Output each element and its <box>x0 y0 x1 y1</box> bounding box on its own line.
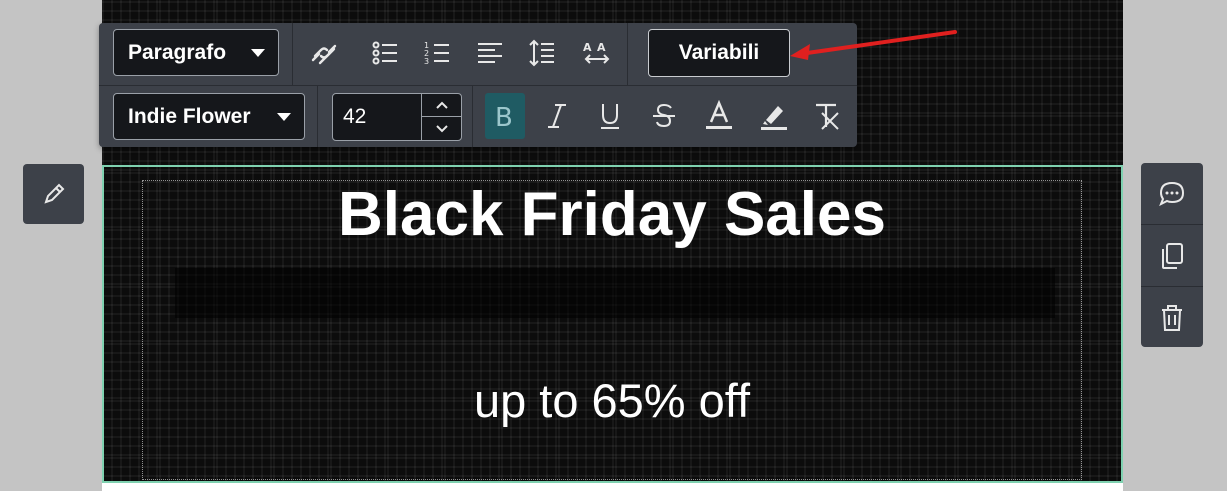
bold-icon[interactable]: B <box>485 93 525 139</box>
highlight-icon[interactable] <box>754 96 794 136</box>
chevron-up-icon <box>435 101 448 109</box>
increase-size-button[interactable] <box>421 94 461 117</box>
unlink-icon[interactable] <box>304 33 344 73</box>
subline-text[interactable]: up to 65% off <box>142 372 1082 430</box>
svg-text:A: A <box>597 41 606 54</box>
pencil-icon <box>43 183 64 204</box>
delete-button[interactable] <box>1141 287 1203 348</box>
underline-icon[interactable] <box>590 96 630 136</box>
font-size-input[interactable] <box>343 102 415 132</box>
decrease-size-button[interactable] <box>421 117 461 140</box>
block-actions-panel <box>1141 163 1203 347</box>
duplicate-button[interactable] <box>1141 225 1203 286</box>
svg-text:A: A <box>583 41 592 54</box>
variables-button[interactable]: Variabili <box>648 29 790 77</box>
headline-text[interactable]: Black Friday Sales <box>142 178 1082 252</box>
clear-format-icon[interactable] <box>807 96 847 136</box>
edit-block-button[interactable] <box>23 164 84 224</box>
chevron-down-icon <box>277 113 291 121</box>
svg-text:B: B <box>495 103 513 131</box>
svg-text:3: 3 <box>424 57 429 66</box>
numbered-list-icon[interactable]: 123 <box>417 33 457 73</box>
paragraph-style-value: Paragrafo <box>128 40 227 64</box>
text-formatting-toolbar: Paragrafo 123 AA Variabili Indie Flower … <box>99 23 857 147</box>
font-color-icon[interactable] <box>699 96 739 136</box>
canvas-bottom-area <box>102 482 1123 491</box>
font-size-stepper[interactable] <box>332 93 462 141</box>
strikethrough-icon[interactable] <box>644 96 684 136</box>
align-left-icon[interactable] <box>470 33 510 73</box>
chevron-down-icon <box>435 124 448 132</box>
chevron-down-icon <box>251 49 265 57</box>
line-height-icon[interactable] <box>522 33 562 73</box>
trash-icon <box>1162 304 1182 331</box>
red-arrow-annotation <box>790 30 957 60</box>
bulleted-list-icon[interactable] <box>365 33 405 73</box>
paragraph-style-select[interactable]: Paragrafo <box>113 29 279 76</box>
duplicate-icon <box>1162 242 1183 269</box>
font-family-value: Indie Flower <box>128 104 251 128</box>
comment-button[interactable] <box>1141 163 1203 224</box>
italic-icon[interactable] <box>537 96 577 136</box>
text-direction-icon[interactable]: AA <box>577 33 617 73</box>
comment-icon <box>1159 181 1185 206</box>
font-family-select[interactable]: Indie Flower <box>113 93 305 140</box>
